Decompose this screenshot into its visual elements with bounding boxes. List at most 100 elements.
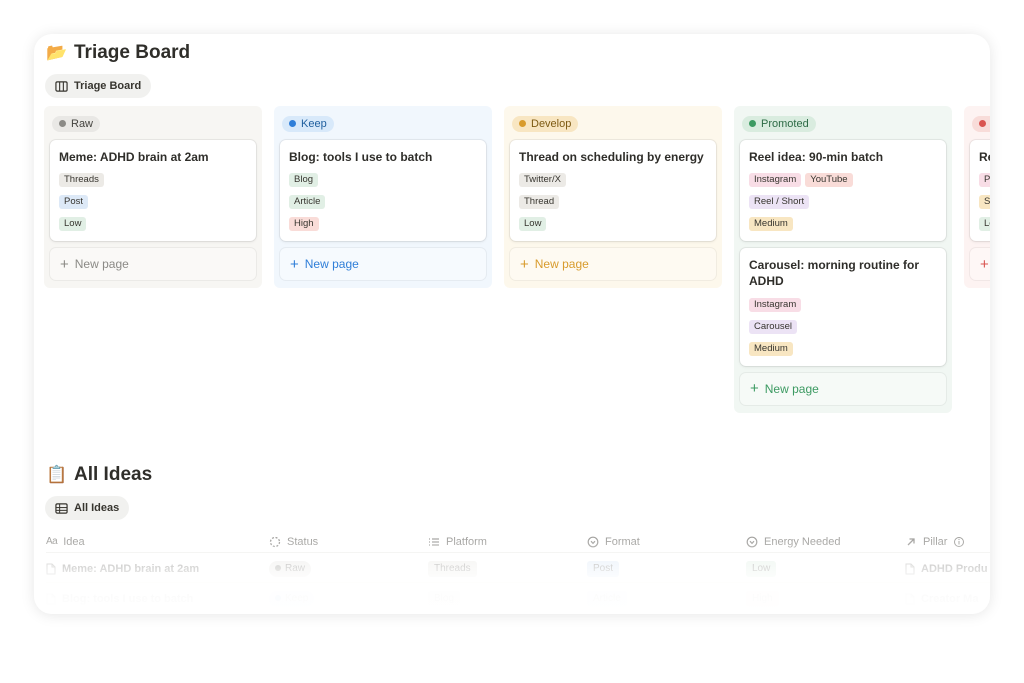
status-label: Develop (531, 117, 572, 130)
card-property-row: Article (289, 195, 477, 210)
board-card[interactable]: Reel idea: 90-min batch Instagram YouTube R… (740, 140, 946, 242)
page-icon (905, 593, 915, 604)
status-dot-icon (275, 564, 281, 571)
status-badge[interactable]: Develop (512, 115, 579, 132)
page-canvas: 📂 Triage Board Triage Board Raw Meme: ADH… (34, 34, 990, 614)
board-column-raw: Raw Meme: ADHD brain at 2am Threads Post Low… (44, 106, 262, 289)
card-title: Carousel: morning routine for ADHD (749, 258, 920, 289)
idea-cell[interactable]: Blog: tools I use to batch (46, 585, 269, 613)
idea-cell[interactable]: Meme: ADHD brain at 2am (46, 555, 269, 583)
new-page-label: New page (764, 381, 819, 396)
format-label: Post (593, 562, 614, 574)
info-icon[interactable] (953, 536, 965, 548)
new-page-button[interactable]: + New page (510, 248, 716, 281)
tag-badge: Instagram (749, 173, 802, 188)
select-property-icon (587, 536, 599, 547)
table-row[interactable]: Meme: ADHD brain at 2am Raw Threads Post Low… (46, 555, 990, 583)
clipboard-icon: 📋 (46, 465, 68, 484)
board-card[interactable]: Carousel: morning routine for ADHD Instag… (740, 248, 946, 366)
status-label: Raw (285, 562, 306, 574)
format-label: Article (593, 592, 621, 604)
plus-icon: + (750, 380, 759, 398)
column-header-energy-needed[interactable]: Energy Needed (746, 531, 905, 553)
format-cell[interactable]: Article (587, 585, 746, 613)
relation-arrow-icon (907, 537, 915, 545)
card-title: Blog: tools I use to batch (289, 150, 433, 164)
format-badge: Article (587, 590, 627, 607)
view-tab-triage-board[interactable]: Triage Board (45, 74, 152, 98)
new-page-button[interactable]: + New page (280, 248, 486, 281)
column-header: Develop (512, 114, 714, 132)
board-card[interactable]: Meme: ADHD brain at 2am Threads Post Low (50, 140, 256, 242)
tag-badge: Instagram (749, 297, 802, 312)
new-page-button[interactable]: + New page (50, 248, 256, 281)
status-badge[interactable]: Keep (282, 115, 334, 132)
select-property-icon (746, 536, 758, 547)
column-header-pillar[interactable]: Pillar (905, 531, 990, 553)
table-header: Aa Idea Status Platform Format Energy Ne… (46, 531, 990, 553)
column-header-format[interactable]: Format (587, 531, 746, 553)
status-dot-icon (59, 120, 66, 127)
status-cell[interactable]: Keep (269, 585, 428, 613)
view-tab-label: All Ideas (74, 502, 120, 514)
energy-label: High (752, 592, 773, 604)
platform-label: Threads (434, 562, 471, 574)
status-badge[interactable]: D (972, 115, 990, 132)
card-title: Reel idea: 90-min batch (749, 150, 884, 164)
card-property-row: Medium (749, 341, 937, 356)
board-card[interactable]: Thread on scheduling by energy Twitter/X T… (510, 140, 716, 242)
view-tab-all-ideas[interactable]: All Ideas (45, 496, 130, 520)
tag-badge: Carousel (749, 319, 798, 334)
status-badge[interactable]: Raw (52, 115, 101, 132)
page-icon (46, 593, 56, 604)
new-page-button[interactable]: + New page (740, 372, 946, 405)
plus-icon: + (60, 255, 69, 273)
kanban-board: Raw Meme: ADHD brain at 2am Threads Post Low… (44, 106, 990, 426)
page-icon (46, 563, 56, 574)
energy-badge: Low (746, 560, 777, 577)
column-header-status[interactable]: Status (269, 531, 428, 553)
status-cell[interactable]: Raw (269, 555, 428, 583)
page-icon (905, 563, 915, 574)
new-page-label: New page (304, 257, 359, 272)
tag-badge: Medium (749, 341, 793, 356)
new-page-button[interactable]: + (970, 248, 990, 281)
card-property-row: Blog (289, 173, 477, 188)
tag-badge: Low (59, 217, 87, 232)
idea-title: Meme: ADHD brain at 2am (62, 562, 200, 575)
board-card[interactable]: Re Pi St Lo (970, 140, 990, 242)
folder-icon: 📂 (46, 43, 68, 62)
triage-board-title: Triage Board (74, 42, 191, 63)
card-property-row: Low (59, 217, 247, 232)
tag-badge: Reel / Short (749, 195, 810, 210)
status-badge[interactable]: Promoted (742, 115, 816, 132)
energy-cell[interactable]: Low (746, 555, 905, 583)
platform-cell[interactable]: Blog (428, 585, 587, 613)
pillar-cell[interactable]: ADHD Produ (905, 555, 990, 583)
table-row[interactable]: Blog: tools I use to batch Keep Blog Articl… (46, 585, 990, 613)
tag-badge: Blog (289, 173, 319, 188)
card-property-row: Pi (979, 173, 990, 188)
tag-badge: Thread (519, 195, 560, 210)
status-dot-icon (749, 120, 756, 127)
column-header-idea[interactable]: Aa Idea (46, 531, 269, 553)
platform-badge: Blog (428, 590, 461, 607)
status-label: Keep (301, 117, 327, 130)
board-column-d: D Re Pi St Lo + (964, 106, 990, 289)
energy-cell[interactable]: High (746, 585, 905, 613)
tag-badge: High (289, 217, 319, 232)
card-property-row: Reel / Short (749, 195, 937, 210)
column-header-platform[interactable]: Platform (428, 531, 587, 553)
idea-title: Blog: tools I use to batch (62, 592, 194, 605)
board-card[interactable]: Blog: tools I use to batch Blog Article Hig… (280, 140, 486, 242)
new-page-label: New page (534, 257, 589, 272)
card-property-row: Threads (59, 173, 247, 188)
tag-badge: Threads (59, 173, 104, 188)
platform-cell[interactable]: Threads (428, 555, 587, 583)
table-view-icon (55, 502, 68, 514)
format-badge: Post (587, 560, 620, 577)
column-header: Keep (282, 114, 484, 132)
pillar-cell[interactable]: Creator Ma (905, 585, 990, 613)
format-cell[interactable]: Post (587, 555, 746, 583)
energy-label: Low (752, 562, 771, 574)
